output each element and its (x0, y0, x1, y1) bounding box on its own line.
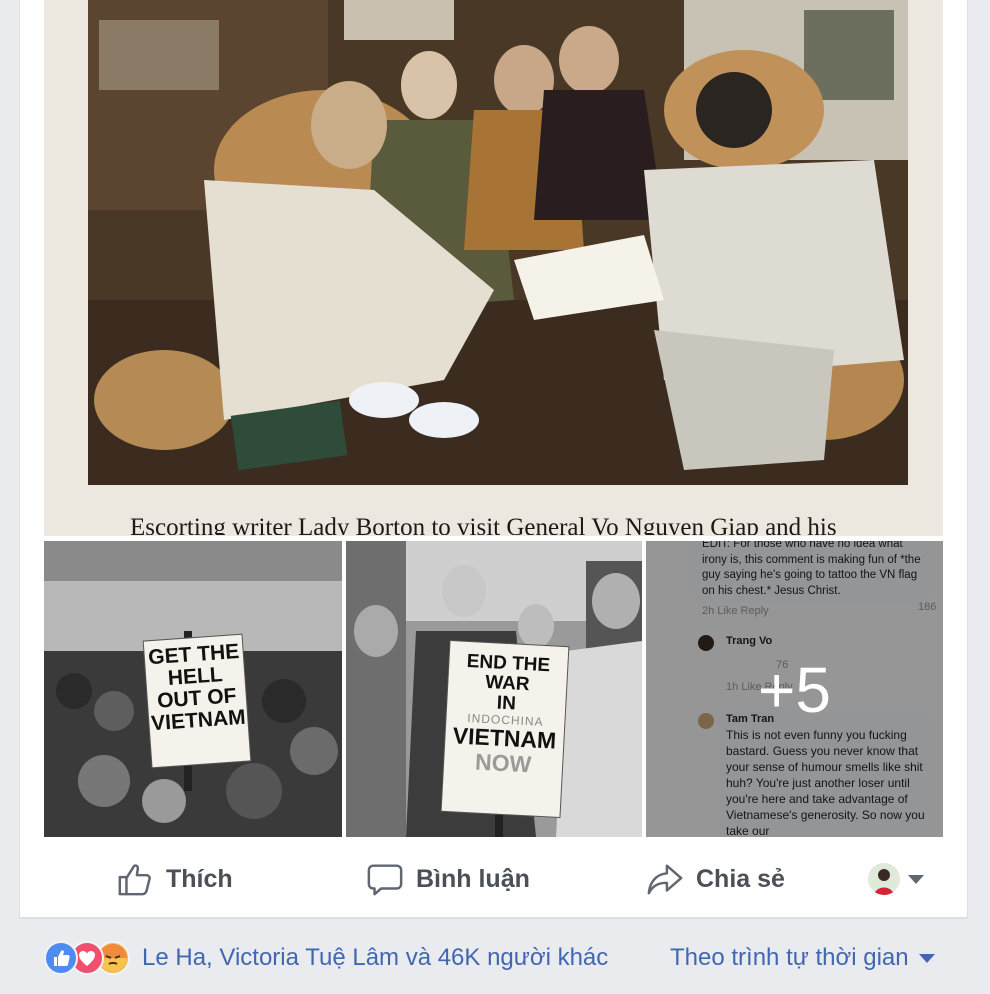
photo-caption: Escorting writer Lady Borton to visit Ge… (130, 514, 837, 535)
user-avatar (868, 863, 900, 895)
post-as-selector[interactable] (868, 862, 934, 896)
thumbnail-protest-1[interactable]: GET THE HELL OUT OF VIETNAM (44, 541, 342, 837)
protest-sign: GET THE HELL OUT OF VIETNAM (143, 634, 251, 768)
thumbs-up-icon (118, 864, 151, 896)
sign-line: VIETNAM (150, 705, 247, 736)
share-button[interactable]: Chia sẻ (646, 850, 785, 908)
chevron-down-icon (918, 953, 935, 963)
like-reaction-icon (44, 941, 78, 975)
chevron-down-icon (908, 874, 924, 884)
like-label: Thích (166, 864, 233, 893)
thumbnail-more-photos[interactable]: EDIT: For those who have no idea what ir… (646, 541, 943, 837)
divider (19, 918, 968, 919)
more-photos-count: +5 (758, 654, 831, 726)
comment-button[interactable]: Bình luận (366, 850, 530, 908)
share-arrow-icon (647, 864, 683, 895)
thumbnail-protest-2[interactable]: END THE WAR IN INDOCHINA VIETNAM NOW (346, 541, 642, 837)
reactions-summary-text[interactable]: Le Ha, Victoria Tuệ Lâm và 46K người khá… (142, 944, 608, 972)
protest-sign: END THE WAR IN INDOCHINA VIETNAM NOW (441, 641, 569, 817)
like-button[interactable]: Thích (116, 850, 233, 908)
sort-label: Theo trình tự thời gian (670, 944, 909, 971)
comment-sort-dropdown[interactable]: Theo trình tự thời gian (670, 940, 935, 976)
comment-label: Bình luận (416, 864, 530, 893)
reactions-summary[interactable]: Le Ha, Victoria Tuệ Lâm và 46K người khá… (44, 940, 608, 976)
main-photo[interactable]: Escorting writer Lady Borton to visit Ge… (44, 0, 943, 536)
share-label: Chia sẻ (696, 864, 785, 893)
comment-bubble-icon (367, 864, 403, 896)
main-photo-image (44, 0, 943, 536)
